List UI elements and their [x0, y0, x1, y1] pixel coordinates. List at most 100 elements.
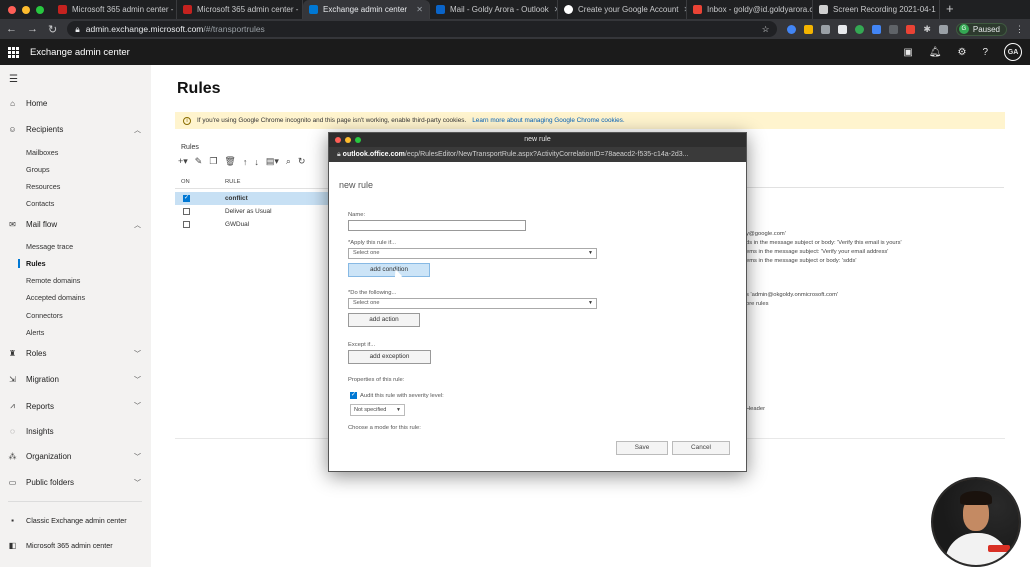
hamburger-icon[interactable]: ☰	[9, 74, 18, 85]
avatar[interactable]: GA	[1004, 43, 1022, 61]
nav-m365-admin[interactable]: ◧ Microsoft 365 admin center	[8, 541, 113, 550]
col-on[interactable]: ON	[181, 179, 190, 185]
rule-enabled-checkbox[interactable]	[183, 208, 190, 215]
add-icon[interactable]: +▾	[178, 156, 188, 167]
more-icon[interactable]: ▤▾	[266, 156, 279, 167]
nav-reports[interactable]: ⩘ Reports	[8, 401, 54, 411]
col-rule[interactable]: RULE	[225, 179, 240, 185]
gear-icon[interactable]: ⚙	[957, 47, 966, 58]
browser-tab[interactable]: Mail - Goldy Arora - Outlook✕	[430, 0, 558, 19]
move-up-icon[interactable]: ↑	[243, 157, 248, 167]
nav-message-trace[interactable]: Message trace	[26, 242, 73, 251]
app-launcher-icon[interactable]	[8, 46, 19, 58]
chevron-down-icon[interactable]: ﹀	[134, 452, 141, 462]
table-row[interactable]: GWDual	[175, 218, 328, 231]
window-zoom-dot[interactable]	[36, 6, 44, 14]
add-exception-button[interactable]: add exception	[348, 350, 431, 364]
star-icon[interactable]: ☆	[762, 24, 770, 35]
chevron-down-icon[interactable]: ﹀	[134, 478, 141, 488]
apply-if-select[interactable]: Select one ▼	[348, 248, 597, 259]
nav-recipients[interactable]: ☺ Recipients	[8, 125, 63, 134]
nav-label: Classic Exchange admin center	[26, 516, 127, 525]
nav-organization[interactable]: ⁂ Organization	[8, 452, 72, 461]
browser-tab[interactable]: Screen Recording 2021-04-1✕	[813, 0, 940, 19]
nav-roles[interactable]: ♜ Roles	[8, 349, 47, 358]
profile-button[interactable]: G Paused	[955, 22, 1007, 36]
search-icon[interactable]: ⌕	[286, 156, 291, 167]
nav-public-folders[interactable]: ▭ Public folders	[8, 478, 74, 487]
dialog-close-dot[interactable]	[335, 137, 341, 143]
nav-migration[interactable]: ⇲ Migration	[8, 375, 59, 384]
move-down-icon[interactable]: ↓	[254, 157, 259, 167]
extension-icon[interactable]	[889, 24, 899, 34]
chevron-up-icon[interactable]: ︿	[134, 220, 141, 230]
edit-icon[interactable]: ✎	[195, 156, 203, 167]
window-close-dot[interactable]	[8, 6, 16, 14]
lock-icon: 🔒︎	[75, 23, 80, 34]
close-icon[interactable]: ✕	[416, 5, 423, 14]
nav-contacts[interactable]: Contacts	[26, 199, 54, 208]
banner-link[interactable]: Learn more about managing Google Chrome …	[472, 117, 624, 124]
address-bar[interactable]: 🔒︎ admin.exchange.microsoft.com/#/transp…	[67, 21, 778, 37]
dialog-zoom-dot[interactable]	[355, 137, 361, 143]
extension-icon[interactable]	[838, 24, 848, 34]
forward-icon[interactable]: →	[27, 23, 38, 35]
nav-resources[interactable]: Resources	[26, 182, 60, 191]
nav-alerts[interactable]: Alerts	[26, 328, 44, 337]
nav-home[interactable]: ⌂ Home	[8, 99, 47, 108]
extension-icon[interactable]	[821, 24, 831, 34]
tab-favicon-icon	[564, 5, 573, 14]
extension-icon[interactable]	[872, 24, 882, 34]
name-input[interactable]	[348, 220, 526, 231]
add-action-button[interactable]: add action	[348, 313, 420, 327]
browser-tab[interactable]: Microsoft 365 admin center - ✕	[52, 0, 177, 19]
nav-accepted-domains[interactable]: Accepted domains	[26, 293, 85, 302]
browser-tab-active[interactable]: Exchange admin center ✕	[303, 0, 430, 19]
browser-tab[interactable]: Microsoft 365 admin center - ✕	[177, 0, 303, 19]
rule-enabled-checkbox[interactable]: ✓	[183, 195, 190, 202]
dialog-window-title: new rule	[524, 136, 551, 143]
nav-mailflow[interactable]: ✉ Mail flow	[8, 220, 57, 229]
nav-insights[interactable]: ◌ Insights	[8, 427, 53, 436]
chevron-down-icon[interactable]: ﹀	[134, 349, 141, 359]
table-row[interactable]: ✓ conflict	[175, 192, 328, 205]
back-icon[interactable]: ←	[6, 23, 17, 35]
help-icon[interactable]: ?	[982, 47, 988, 58]
rule-enabled-checkbox[interactable]	[183, 221, 190, 228]
browser-tab[interactable]: Create your Google Account✕	[558, 0, 687, 19]
refresh-icon[interactable]: ↻	[298, 156, 306, 167]
delete-icon[interactable]: 🗑︎	[224, 156, 235, 167]
bell-icon[interactable]: 🔔︎	[929, 47, 942, 58]
nav-mailboxes[interactable]: Mailboxes	[26, 148, 58, 157]
new-tab-button[interactable]: +	[940, 0, 960, 19]
dialog-minimize-dot[interactable]	[345, 137, 351, 143]
reload-icon[interactable]: ↻	[48, 23, 57, 36]
puzzle-icon[interactable]: ✱	[923, 24, 931, 35]
nav-classic-eac[interactable]: ▪ Classic Exchange admin center	[8, 516, 127, 525]
table-row[interactable]: Deliver as Usual	[175, 205, 328, 218]
chevron-down-icon[interactable]: ﹀	[134, 375, 141, 385]
severity-select[interactable]: Not specified ▼	[350, 404, 405, 416]
extension-icon[interactable]	[787, 24, 797, 34]
nav-groups[interactable]: Groups	[26, 165, 50, 174]
save-button[interactable]: Save	[616, 441, 668, 455]
window-minimize-dot[interactable]	[22, 6, 30, 14]
monitor-icon[interactable]: ▣	[903, 47, 912, 58]
chevron-down-icon[interactable]: ﹀	[134, 401, 141, 411]
extension-icon[interactable]	[855, 24, 865, 34]
nav-connectors[interactable]: Connectors	[26, 311, 63, 320]
menu-kebab-icon[interactable]: ⋮	[1015, 24, 1024, 35]
cancel-button[interactable]: Cancel	[672, 441, 730, 455]
nav-rules[interactable]: Rules	[26, 259, 46, 268]
extension-icon[interactable]	[804, 24, 814, 34]
extension-icon[interactable]	[906, 24, 916, 34]
do-following-select[interactable]: Select one ▼	[348, 298, 597, 309]
copy-icon[interactable]: ❐	[209, 156, 217, 167]
audit-checkbox[interactable]: ✓	[350, 392, 357, 399]
extension-icon[interactable]	[938, 24, 948, 34]
nav-remote-domains[interactable]: Remote domains	[26, 276, 80, 285]
add-condition-button[interactable]: add condition	[348, 263, 430, 277]
chevron-up-icon[interactable]: ︿	[134, 125, 141, 135]
detail-line: ems in the message subject or body: 'sdd…	[746, 258, 857, 264]
browser-tab[interactable]: Inbox - goldy@id.goldyarora.c✕	[687, 0, 813, 19]
